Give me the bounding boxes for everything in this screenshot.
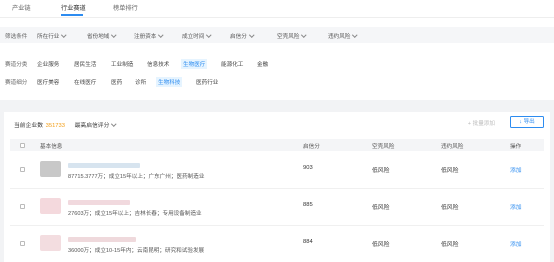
chip-pharma-industry[interactable]: 医药行业: [194, 77, 220, 87]
company-logo: [40, 235, 61, 251]
chip-biomedical[interactable]: 生物医疗: [181, 59, 208, 69]
batch-add-button[interactable]: + 批量添加: [468, 119, 495, 127]
track-subcategory-row: 赛道细分 医疗美容 在线医疗 医药 诊所 生物科技 医药行业: [0, 77, 554, 87]
track-subcategory-label: 赛道细分: [5, 80, 28, 86]
dropdown-founded-label: 成立时间: [182, 34, 205, 40]
dropdown-province[interactable]: 省份地域: [87, 32, 117, 40]
add-link[interactable]: 添加: [510, 165, 522, 174]
chevron-down-icon: [61, 32, 67, 38]
chevron-down-icon: [111, 32, 117, 38]
chip-resident-life[interactable]: 居民生活: [72, 59, 98, 69]
company-logo: [40, 198, 61, 214]
score-cell: 884: [303, 239, 313, 245]
chip-clinic[interactable]: 诊所: [133, 77, 148, 87]
row-checkbox[interactable]: [20, 204, 25, 209]
company-basic-info: 87715.3777万；成立15年以上；广东广州；医药制造业: [68, 174, 205, 180]
dropdown-capital-label: 注册资本: [134, 34, 157, 40]
section-gap: [0, 100, 554, 112]
shell-risk-cell: 低风险: [372, 205, 390, 211]
dropdown-shell-risk-label: 空壳风险: [277, 34, 300, 40]
column-header-action: 操作: [510, 144, 522, 150]
row-checkbox[interactable]: [20, 167, 25, 172]
chip-pharmaceutical[interactable]: 医药: [109, 77, 124, 87]
score-cell: 903: [303, 165, 313, 171]
company-count-value: 351733: [45, 123, 65, 129]
company-name-redacted: [68, 237, 136, 242]
chip-information-technology[interactable]: 信息技术: [145, 59, 171, 69]
filter-label: 筛选条件: [5, 34, 28, 40]
default-risk-cell: 低风险: [441, 205, 459, 211]
company-basic-info: 36000万；成立10-15年内；云南昆明；研究和试验发展: [68, 248, 205, 254]
dropdown-default-risk[interactable]: 违约风险: [328, 32, 358, 40]
chevron-down-icon: [352, 32, 358, 38]
track-category-row: 赛道分类 企业服务 居民生活 工业制造 信息技术 生物医疗 能源化工 金融: [0, 59, 554, 69]
tab-ranking-list[interactable]: 榜单排行: [113, 3, 138, 12]
chip-online-medical[interactable]: 在线医疗: [72, 77, 98, 87]
table-row: 87715.3777万；成立15年以上；广东广州；医药制造业 903 低风险 低…: [10, 152, 544, 189]
company-name-redacted: [68, 200, 130, 205]
dropdown-score[interactable]: 启信分: [230, 32, 255, 40]
table-row: 36000万；成立10-15年内；云南昆明；研究和试验发展 884 低风险 低风…: [10, 226, 544, 262]
dropdown-founded[interactable]: 成立时间: [182, 32, 212, 40]
sort-dropdown[interactable]: 最高启信评分: [74, 121, 117, 129]
filter-panel: 筛选条件 所在行业 省份地域 注册资本 成立时间 启信分 空壳风险 违约风险 赛…: [0, 17, 554, 100]
company-logo: [40, 161, 61, 177]
shell-risk-cell: 低风险: [372, 242, 390, 248]
add-link[interactable]: 添加: [510, 202, 522, 211]
chevron-down-icon: [301, 32, 307, 38]
company-count-label: 当前企业数: [14, 123, 43, 129]
export-button[interactable]: ↓ 导出: [510, 116, 544, 128]
chip-energy-chemical[interactable]: 能源化工: [219, 59, 245, 69]
column-header-shell-risk: 空壳风险: [372, 144, 395, 150]
table-header: 基本信息 启信分 空壳风险 违约风险 操作: [10, 139, 544, 151]
chevron-down-icon: [111, 121, 117, 127]
chip-biotech[interactable]: 生物科技: [156, 77, 183, 87]
tab-industry-track[interactable]: 行业赛道: [61, 3, 86, 12]
dropdown-shell-risk[interactable]: 空壳风险: [277, 32, 307, 40]
chip-enterprise-service[interactable]: 企业服务: [35, 59, 61, 69]
dropdown-capital[interactable]: 注册资本: [134, 32, 164, 40]
row-checkbox[interactable]: [20, 241, 25, 246]
chevron-down-icon: [206, 32, 212, 38]
dropdown-industry-label: 所在行业: [37, 34, 60, 40]
chip-finance[interactable]: 金融: [255, 59, 270, 69]
chip-medical-beauty[interactable]: 医疗美容: [35, 77, 61, 87]
default-risk-cell: 低风险: [441, 168, 459, 174]
column-header-score: 启信分: [303, 144, 320, 150]
result-panel: 当前企业数 351733 最高启信评分 + 批量添加 ↓ 导出 基本信息 启信分…: [4, 112, 550, 262]
tab-industry-chain[interactable]: 产业链: [12, 3, 31, 12]
column-header-basic-info: 基本信息: [40, 144, 63, 150]
filter-dropdown-row: 筛选条件 所在行业 省份地域 注册资本 成立时间 启信分 空壳风险 违约风险: [0, 27, 554, 43]
dropdown-province-label: 省份地域: [87, 34, 110, 40]
dropdown-score-label: 启信分: [230, 34, 247, 40]
active-tab-indicator: [61, 14, 83, 16]
chevron-down-icon: [158, 32, 164, 38]
result-summary: 当前企业数 351733 最高启信评分: [14, 120, 117, 129]
select-all-checkbox[interactable]: [20, 142, 25, 148]
table-row: 27603万；成立15年以上；吉林长春；专用设备制造业 885 低风险 低风险 …: [10, 189, 544, 226]
column-header-default-risk: 违约风险: [441, 144, 464, 150]
company-name-redacted: [68, 163, 140, 168]
default-risk-cell: 低风险: [441, 242, 459, 248]
dropdown-default-risk-label: 违约风险: [328, 34, 351, 40]
dropdown-industry[interactable]: 所在行业: [37, 32, 67, 40]
chip-industrial-manufacturing[interactable]: 工业制造: [109, 59, 135, 69]
chevron-down-icon: [249, 32, 255, 38]
add-link[interactable]: 添加: [510, 239, 522, 248]
shell-risk-cell: 低风险: [372, 168, 390, 174]
company-basic-info: 27603万；成立15年以上；吉林长春；专用设备制造业: [68, 211, 202, 217]
track-category-label: 赛道分类: [5, 62, 28, 68]
top-tab-bar: 产业链 行业赛道 榜单排行: [0, 0, 554, 17]
sort-dropdown-label: 最高启信评分: [74, 123, 110, 129]
score-cell: 885: [303, 202, 313, 208]
